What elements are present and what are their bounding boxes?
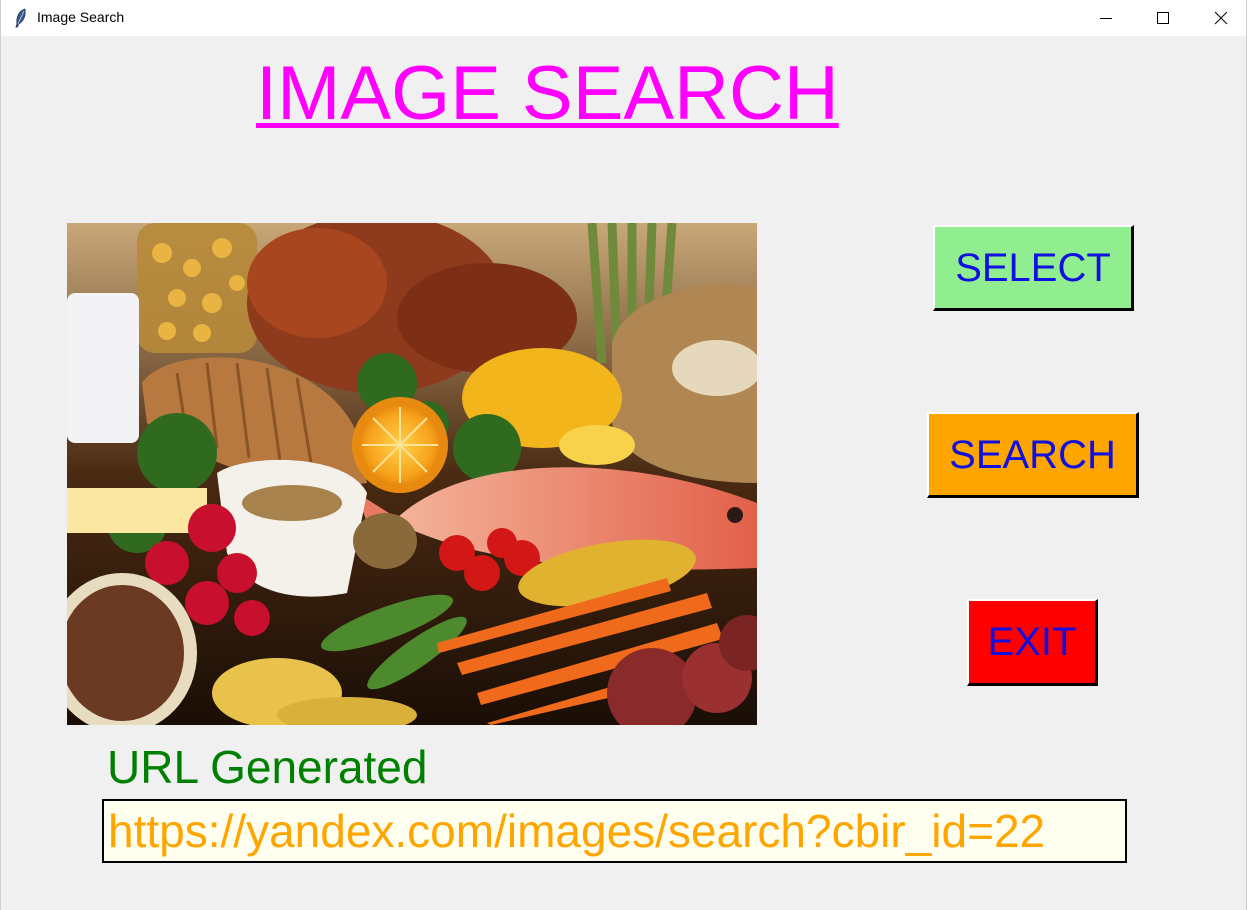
- exit-button[interactable]: EXIT: [967, 599, 1098, 686]
- close-icon: [1214, 11, 1228, 25]
- close-button[interactable]: [1192, 0, 1247, 36]
- search-button[interactable]: SEARCH: [927, 412, 1139, 498]
- url-generated-label: URL Generated: [107, 741, 428, 793]
- page-title: IMAGE SEARCH: [256, 51, 839, 136]
- select-button[interactable]: SELECT: [933, 225, 1134, 311]
- feather-icon: [13, 8, 29, 28]
- url-output-field[interactable]: https://yandex.com/images/search?cbir_id…: [102, 799, 1127, 863]
- selected-image: [67, 223, 757, 725]
- minimize-icon: [1100, 18, 1112, 19]
- app-window: Image Search IMAGE SEARCH SELECT SEARCH …: [0, 0, 1247, 910]
- minimize-button[interactable]: [1077, 0, 1135, 36]
- maximize-icon: [1157, 12, 1169, 24]
- maximize-button[interactable]: [1134, 0, 1192, 36]
- title-bar: Image Search: [1, 0, 1246, 36]
- window-title: Image Search: [37, 9, 125, 25]
- food-photo-icon: [67, 223, 757, 725]
